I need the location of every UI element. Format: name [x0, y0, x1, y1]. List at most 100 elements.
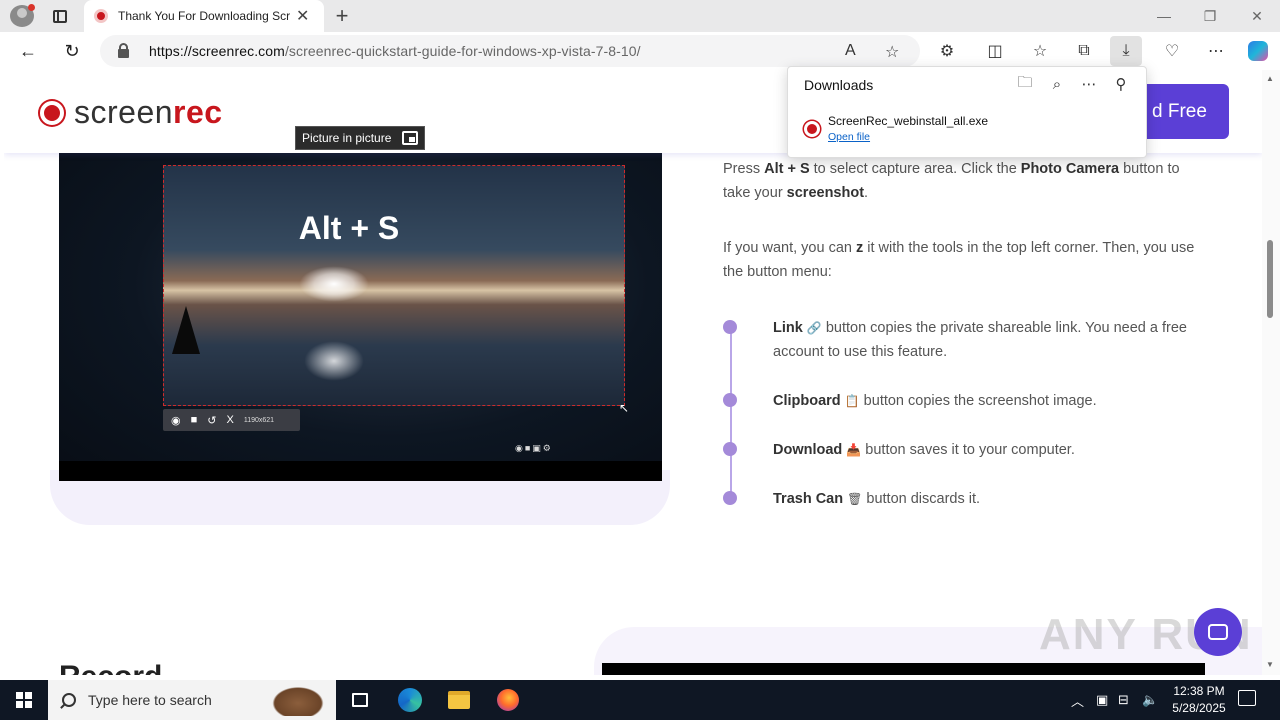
pin-icon[interactable]: ⚲: [1108, 73, 1134, 95]
clock-time: 12:38 PM: [1173, 684, 1225, 698]
video-reflection: [304, 341, 364, 381]
web-page: screenrec d Free Picture in picture Alt …: [4, 70, 1262, 675]
timeline-bullet: [723, 442, 737, 456]
restore-button[interactable]: ❐: [1187, 0, 1233, 32]
sailboat-silhouette: [172, 306, 200, 354]
profile-notification-dot: [28, 4, 35, 11]
search-icon[interactable]: ⌕: [1044, 73, 1070, 95]
logo-record-icon: [40, 100, 64, 125]
clipboard-icon: 📋: [844, 394, 860, 408]
browser-toolbar: ← ↻ https://screenrec.com/screenrec-quic…: [0, 32, 1280, 70]
close-tab-icon[interactable]: ✕: [296, 6, 309, 26]
task-view-icon[interactable]: [346, 686, 374, 714]
list-item-trash: Trash Can 🗑 button discards it.: [773, 491, 981, 507]
split-screen-icon[interactable]: ◫: [979, 36, 1011, 66]
list-item-link: Link 🔗 button copies the private shareab…: [773, 320, 1187, 360]
screenrec-file-icon: [804, 121, 820, 137]
tray-chevron-icon[interactable]: ︿: [1071, 680, 1084, 720]
section-heading: Record: [59, 660, 162, 675]
title-bar: Thank You For Downloading ScreenRec ✕ + …: [0, 0, 1280, 32]
chat-icon: [1208, 624, 1228, 640]
video-controls-bar: [59, 461, 662, 481]
open-folder-icon[interactable]: 🗀: [1012, 73, 1038, 95]
collections-icon[interactable]: ⧉: [1068, 36, 1100, 66]
bottom-video-preview[interactable]: [602, 663, 1205, 675]
taskbar-search[interactable]: Type here to search: [48, 680, 336, 720]
link-icon: 🔗: [806, 321, 822, 335]
video-overlay-text: Alt + S: [298, 210, 400, 246]
tutorial-video[interactable]: Alt + S ↖ ◉ ■ ↺ X 1190x621 ◉■▣⚙: [59, 153, 662, 481]
network-icon[interactable]: ⊟: [1118, 680, 1129, 720]
favorites-icon[interactable]: ☆: [1024, 36, 1056, 66]
video-tray-icons: ◉■▣⚙: [515, 443, 553, 453]
search-highlight-image: [268, 684, 328, 716]
downloads-icon[interactable]: ⤓: [1110, 36, 1142, 66]
favorite-star-icon[interactable]: ☆: [885, 42, 899, 62]
minimize-button[interactable]: —: [1141, 0, 1187, 32]
close-window-button[interactable]: ✕: [1234, 0, 1280, 32]
windows-logo-icon: [16, 692, 32, 708]
file-explorer-icon[interactable]: [445, 686, 473, 714]
paragraph-tools: If you want, you can z it with the tools…: [723, 240, 1195, 280]
timeline-bullet: [723, 320, 737, 334]
back-arrow-icon[interactable]: ←: [13, 36, 43, 66]
system-clock[interactable]: 12:38 PM 5/28/2025: [1164, 683, 1234, 717]
start-button[interactable]: [0, 680, 48, 720]
list-item-download: Download 📥 button saves it to your compu…: [773, 442, 1075, 458]
more-menu-icon[interactable]: ⋯: [1200, 36, 1232, 66]
refresh-icon[interactable]: ↻: [57, 36, 87, 66]
picture-in-picture-icon: [402, 131, 418, 145]
close-icon: X: [226, 414, 234, 426]
page-scrollbar[interactable]: ▲ ▼: [1262, 70, 1280, 675]
screenrec-favicon-icon: [94, 9, 108, 23]
read-aloud-icon[interactable]: A: [845, 42, 856, 60]
clock-date: 5/28/2025: [1172, 701, 1226, 715]
paragraph-capture: Press Alt + S to select capture area. Cl…: [723, 161, 1180, 201]
browser-essentials-icon[interactable]: ♡: [1156, 36, 1188, 66]
tab-title: Thank You For Downloading ScreenRec: [118, 9, 290, 23]
downloads-flyout: Downloads 🗀 ⌕ ⋯ ⚲ ScreenRec_webinstall_a…: [787, 66, 1147, 158]
download-icon: 📥: [846, 443, 862, 457]
windows-taskbar: Type here to search ︿ ▣ ⊟ 🔈 12:38 PM 5/2…: [0, 680, 1280, 720]
capture-size: 1190x621: [243, 416, 275, 424]
trash-can-icon: 🗑: [847, 492, 863, 506]
resize-arrow-icon: ↖: [619, 401, 630, 415]
extensions-icon[interactable]: ⚙: [931, 36, 963, 66]
logo-text: screenrec: [74, 94, 223, 130]
chat-support-button[interactable]: [1194, 608, 1242, 656]
list-item-clipboard: Clipboard 📋 button copies the screenshot…: [773, 393, 1097, 409]
scroll-up-icon[interactable]: ▲: [1266, 74, 1274, 83]
more-options-icon[interactable]: ⋯: [1076, 73, 1102, 95]
copilot-icon[interactable]: [1242, 36, 1274, 66]
tab-actions-icon[interactable]: [48, 6, 72, 26]
scroll-down-icon[interactable]: ▼: [1266, 660, 1274, 669]
steps-timeline: [730, 328, 732, 498]
notifications-icon[interactable]: [1238, 690, 1256, 706]
tab-screenrec[interactable]: Thank You For Downloading ScreenRec ✕: [84, 0, 324, 32]
open-file-link[interactable]: Open file: [828, 131, 870, 143]
pip-label: Picture in picture: [302, 131, 392, 145]
timeline-bullet: [723, 491, 737, 505]
new-tab-button[interactable]: +: [330, 2, 354, 30]
url-text[interactable]: https://screenrec.com/screenrec-quicksta…: [149, 43, 641, 59]
camera-icon: ◉: [171, 414, 181, 427]
download-file-name[interactable]: ScreenRec_webinstall_all.exe: [828, 114, 988, 128]
capture-selection-area: Alt + S: [163, 165, 625, 406]
firefox-icon[interactable]: [494, 686, 522, 714]
video-cloud: [299, 266, 369, 302]
capture-toolbar: ◉ ■ ↺ X 1190x621: [163, 409, 300, 431]
video-camera-icon: ■: [190, 414, 198, 426]
edge-taskbar-icon[interactable]: [396, 686, 424, 714]
scroll-thumb[interactable]: [1267, 240, 1273, 318]
lock-icon[interactable]: [118, 43, 129, 58]
search-placeholder: Type here to search: [88, 692, 212, 708]
volume-icon[interactable]: 🔈: [1142, 680, 1158, 720]
undo-icon: ↺: [207, 414, 217, 427]
meet-now-icon[interactable]: ▣: [1096, 680, 1108, 720]
search-icon: [62, 693, 76, 707]
timeline-bullet: [723, 393, 737, 407]
downloads-title: Downloads: [804, 77, 874, 93]
picture-in-picture-button[interactable]: Picture in picture: [295, 126, 425, 150]
screenrec-logo[interactable]: screenrec: [40, 94, 223, 131]
address-bar[interactable]: https://screenrec.com/screenrec-quicksta…: [100, 35, 920, 67]
